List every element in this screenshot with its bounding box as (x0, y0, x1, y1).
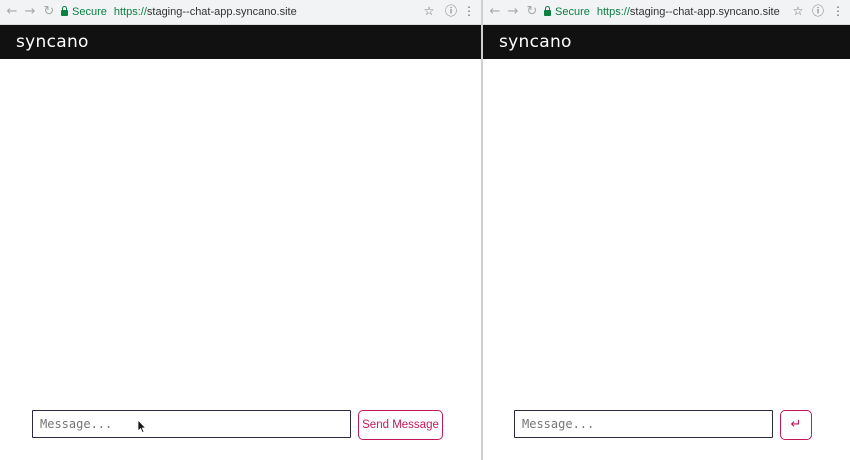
url-scheme: https:// (113, 6, 147, 18)
message-input[interactable] (514, 410, 773, 438)
site-header: syncano (483, 25, 850, 59)
enter-return-icon: ↵ (790, 417, 802, 432)
forward-arrow-icon[interactable]: → (22, 3, 38, 20)
back-arrow-icon[interactable]: ← (487, 3, 503, 20)
url-host: staging--chat-app.syncano.site (146, 6, 297, 18)
message-input[interactable] (32, 410, 351, 438)
send-message-button[interactable]: ↵ (780, 410, 812, 440)
menu-icon[interactable]: ⋮ (830, 3, 846, 20)
lock-icon (544, 6, 551, 16)
lock-icon (61, 6, 68, 16)
browser-window-left: ← → ↻ Secure https://staging--chat-app.sy… (0, 0, 481, 460)
url-scheme: https:// (596, 6, 630, 18)
url-host: staging--chat-app.syncano.site (629, 6, 780, 18)
address-bar[interactable]: Secure https://staging--chat-app.syncano.… (544, 4, 780, 20)
secure-label: Secure (72, 6, 107, 18)
bookmark-star-icon[interactable]: ☆ (790, 3, 806, 20)
mouse-pointer-icon (137, 420, 147, 434)
address-bar[interactable]: Secure https://staging--chat-app.syncano.… (61, 4, 297, 20)
bookmark-star-icon[interactable]: ☆ (421, 3, 437, 20)
reload-icon[interactable]: ↻ (41, 3, 57, 20)
browser-window-right: ← → ↻ Secure https://staging--chat-app.sy… (483, 0, 850, 460)
send-message-button[interactable]: Send Message (358, 410, 443, 440)
syncano-logo: syncano (499, 32, 572, 52)
info-icon[interactable]: ⓘ (443, 3, 459, 20)
menu-icon[interactable]: ⋮ (461, 3, 477, 20)
site-header: syncano (0, 25, 481, 59)
browser-toolbar: ← → ↻ Secure https://staging--chat-app.sy… (483, 0, 850, 25)
secure-label: Secure (555, 6, 590, 18)
info-icon[interactable]: ⓘ (810, 3, 826, 20)
browser-toolbar: ← → ↻ Secure https://staging--chat-app.sy… (0, 0, 481, 25)
back-arrow-icon[interactable]: ← (4, 3, 20, 20)
syncano-logo: syncano (16, 32, 89, 52)
reload-icon[interactable]: ↻ (524, 3, 540, 20)
forward-arrow-icon[interactable]: → (505, 3, 521, 20)
